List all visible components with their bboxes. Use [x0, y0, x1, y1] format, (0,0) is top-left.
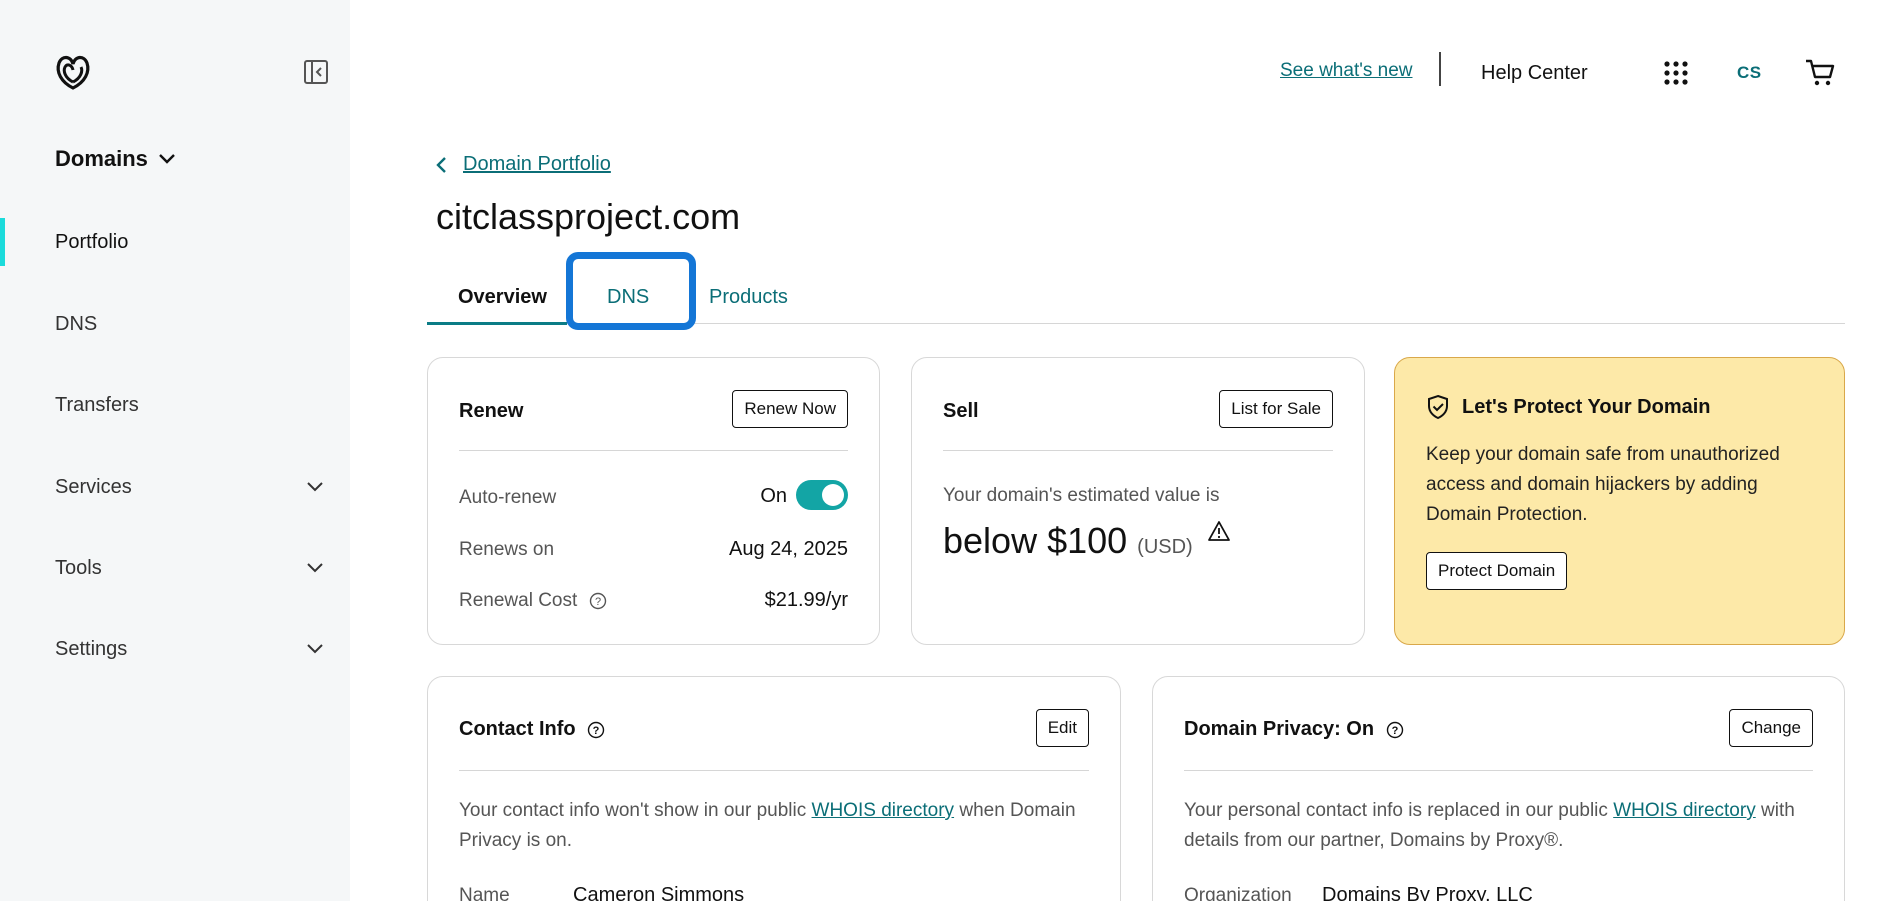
divider	[459, 770, 1089, 771]
sell-card: Sell List for Sale Your domain's estimat…	[911, 357, 1365, 645]
sidebar-item-dns[interactable]: DNS	[0, 300, 350, 348]
sidebar: Domains Portfolio DNS Transfers Services…	[0, 0, 350, 901]
domain-privacy-card: Domain Privacy: On ? Change Your persona…	[1152, 676, 1845, 901]
contact-info-header: Contact Info ?	[459, 718, 605, 741]
help-circle-icon[interactable]: ?	[587, 721, 605, 739]
currency-label: (USD)	[1137, 536, 1193, 558]
sidebar-item-portfolio[interactable]: Portfolio	[0, 218, 350, 266]
collapse-sidebar-icon[interactable]	[303, 59, 329, 85]
help-circle-icon[interactable]: ?	[1386, 721, 1404, 739]
contact-text-before: Your contact info won't show in our publ…	[459, 800, 807, 821]
renewal-cost-value: $21.99/yr	[764, 589, 848, 611]
page-title: citclassproject.com	[436, 196, 741, 237]
sidebar-item-settings[interactable]: Settings	[0, 625, 350, 673]
name-value: Cameron Simmons	[573, 884, 745, 901]
divider	[459, 450, 848, 451]
auto-renew-state: On	[760, 485, 787, 507]
chevron-down-icon	[307, 644, 323, 654]
protect-domain-card: Let's Protect Your Domain Keep your doma…	[1394, 357, 1845, 645]
tab-products[interactable]: Products	[709, 286, 788, 309]
sidebar-item-label: Tools	[55, 556, 102, 579]
edit-contact-button[interactable]: Edit	[1035, 709, 1089, 747]
svg-text:?: ?	[595, 596, 601, 608]
account-initials[interactable]: CS	[1737, 63, 1762, 83]
whois-directory-link[interactable]: WHOIS directory	[812, 800, 955, 821]
sidebar-item-label: Services	[55, 475, 132, 498]
auto-renew-label: Auto-renew	[459, 487, 557, 508]
domains-label: Domains	[55, 146, 148, 171]
chevron-down-icon	[307, 563, 323, 573]
chevron-down-icon	[307, 482, 323, 492]
tab-overview[interactable]: Overview	[458, 286, 547, 309]
toggle-knob	[822, 484, 844, 506]
domain-privacy-title: Domain Privacy: On	[1184, 718, 1375, 740]
list-for-sale-button[interactable]: List for Sale	[1219, 390, 1333, 428]
shield-check-icon	[1428, 394, 1448, 420]
sidebar-item-label: Portfolio	[55, 230, 129, 253]
help-circle-icon[interactable]: ?	[589, 592, 607, 610]
organization-label: Organization	[1184, 885, 1292, 901]
sidebar-item-tools[interactable]: Tools	[0, 544, 350, 592]
renew-title: Renew	[459, 400, 524, 422]
protect-title: Let's Protect Your Domain	[1462, 395, 1711, 418]
sidebar-item-label: Transfers	[55, 393, 139, 416]
domain-privacy-text: Your personal contact info is replaced i…	[1184, 796, 1814, 856]
sidebar-item-services[interactable]: Services	[0, 463, 350, 511]
contact-info-title: Contact Info	[459, 718, 576, 740]
renewal-cost-label: Renewal Cost	[459, 590, 578, 611]
protect-header: Let's Protect Your Domain	[1426, 394, 1711, 420]
chevron-down-icon	[159, 154, 175, 164]
estimate-value-row: below $100 (USD)	[943, 520, 1231, 562]
renews-on-value: Aug 24, 2025	[729, 538, 848, 560]
divider	[1184, 770, 1813, 771]
contact-info-card: Contact Info ? Edit Your contact info wo…	[427, 676, 1121, 901]
active-indicator	[0, 218, 5, 266]
estimate-value: below $100	[943, 520, 1128, 561]
warning-icon[interactable]	[1207, 520, 1231, 542]
privacy-text-before: Your personal contact info is replaced i…	[1184, 800, 1608, 821]
chevron-left-icon[interactable]	[435, 156, 447, 174]
renew-now-button[interactable]: Renew Now	[732, 390, 848, 428]
active-tab-underline	[427, 322, 567, 325]
svg-text:?: ?	[1391, 725, 1398, 737]
sidebar-item-label: DNS	[55, 312, 98, 335]
contact-info-text: Your contact info won't show in our publ…	[459, 796, 1089, 856]
svg-text:?: ?	[593, 725, 600, 737]
help-center-link[interactable]: Help Center	[1481, 62, 1588, 85]
cart-icon[interactable]	[1804, 57, 1836, 87]
domain-privacy-header: Domain Privacy: On ?	[1184, 718, 1404, 741]
domains-dropdown[interactable]: Domains	[55, 146, 176, 172]
sell-title: Sell	[943, 400, 979, 422]
header-divider	[1439, 52, 1441, 86]
change-privacy-button[interactable]: Change	[1729, 709, 1813, 747]
name-label: Name	[459, 885, 510, 901]
godaddy-logo-icon[interactable]	[53, 52, 93, 92]
estimate-text: Your domain's estimated value is	[943, 485, 1220, 506]
divider	[943, 450, 1333, 451]
apps-grid-icon[interactable]	[1664, 61, 1688, 85]
dns-tab-highlight-annotation	[566, 252, 696, 330]
whats-new-link[interactable]: See what's new	[1280, 60, 1412, 82]
whois-directory-link[interactable]: WHOIS directory	[1613, 800, 1756, 821]
renews-on-label: Renews on	[459, 539, 555, 560]
organization-value: Domains By Proxy, LLC	[1322, 884, 1533, 901]
breadcrumb: Domain Portfolio	[435, 153, 611, 176]
renew-card: Renew Renew Now Auto-renew On Renews on …	[427, 357, 880, 645]
protect-body: Keep your domain safe from unauthorized …	[1426, 444, 1780, 525]
sidebar-item-label: Settings	[55, 637, 128, 660]
domain-portfolio-link[interactable]: Domain Portfolio	[463, 153, 611, 176]
protect-domain-button[interactable]: Protect Domain	[1426, 552, 1568, 590]
sidebar-item-transfers[interactable]: Transfers	[0, 381, 350, 429]
renewal-cost-row: Renewal Cost ?	[459, 590, 607, 612]
auto-renew-toggle[interactable]	[796, 480, 848, 510]
